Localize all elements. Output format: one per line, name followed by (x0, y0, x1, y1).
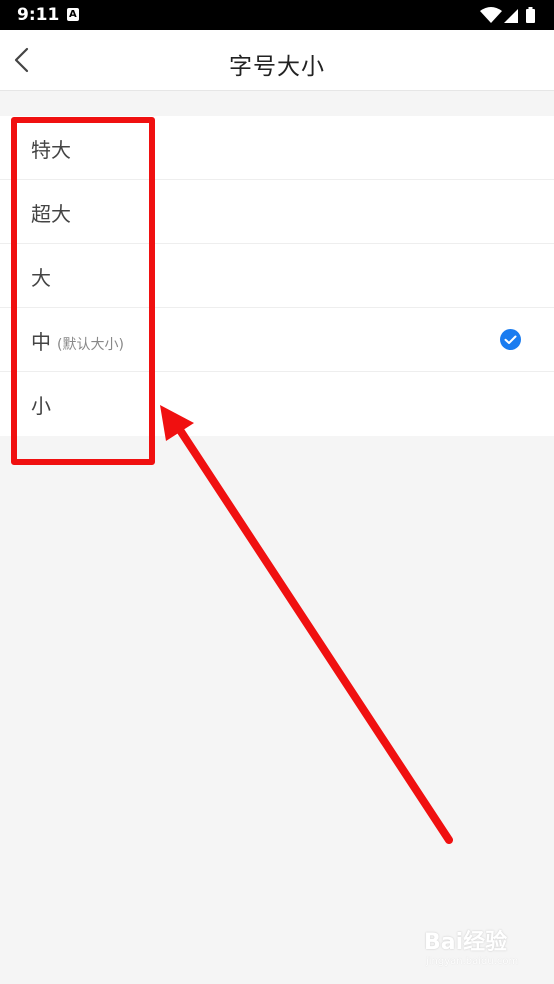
default-note: (默认大小) (57, 337, 124, 353)
check-icon (500, 329, 521, 350)
app-header: 字号大小 (0, 30, 554, 91)
option-super-large[interactable]: 超大 (0, 180, 554, 244)
option-label: 特大 (31, 138, 71, 162)
option-extra-large[interactable]: 特大 (0, 116, 554, 180)
option-small[interactable]: 小 (0, 372, 554, 436)
wifi-icon (480, 7, 502, 23)
status-time: 9:11 (17, 5, 60, 25)
font-size-options: 特大 超大 大 中 (默认大小) 小 (0, 116, 554, 436)
signal-icon (504, 9, 518, 23)
battery-icon (526, 9, 535, 23)
option-label: 中 (默认大小) (31, 330, 124, 354)
watermark-url: jingyan.baidu.com (426, 956, 519, 967)
option-label: 大 (31, 266, 51, 290)
watermark-logo: Bai经验 (424, 930, 508, 955)
option-label: 小 (31, 394, 51, 418)
option-large[interactable]: 大 (0, 244, 554, 308)
watermark: Bai经验 jingyan.baidu.com (424, 924, 534, 972)
status-bar: 9:11 A (0, 0, 554, 30)
option-medium[interactable]: 中 (默认大小) (0, 308, 554, 372)
status-icons (480, 7, 535, 23)
page-title: 字号大小 (229, 54, 325, 80)
option-label: 超大 (31, 202, 71, 226)
notification-icon: A (67, 8, 79, 21)
